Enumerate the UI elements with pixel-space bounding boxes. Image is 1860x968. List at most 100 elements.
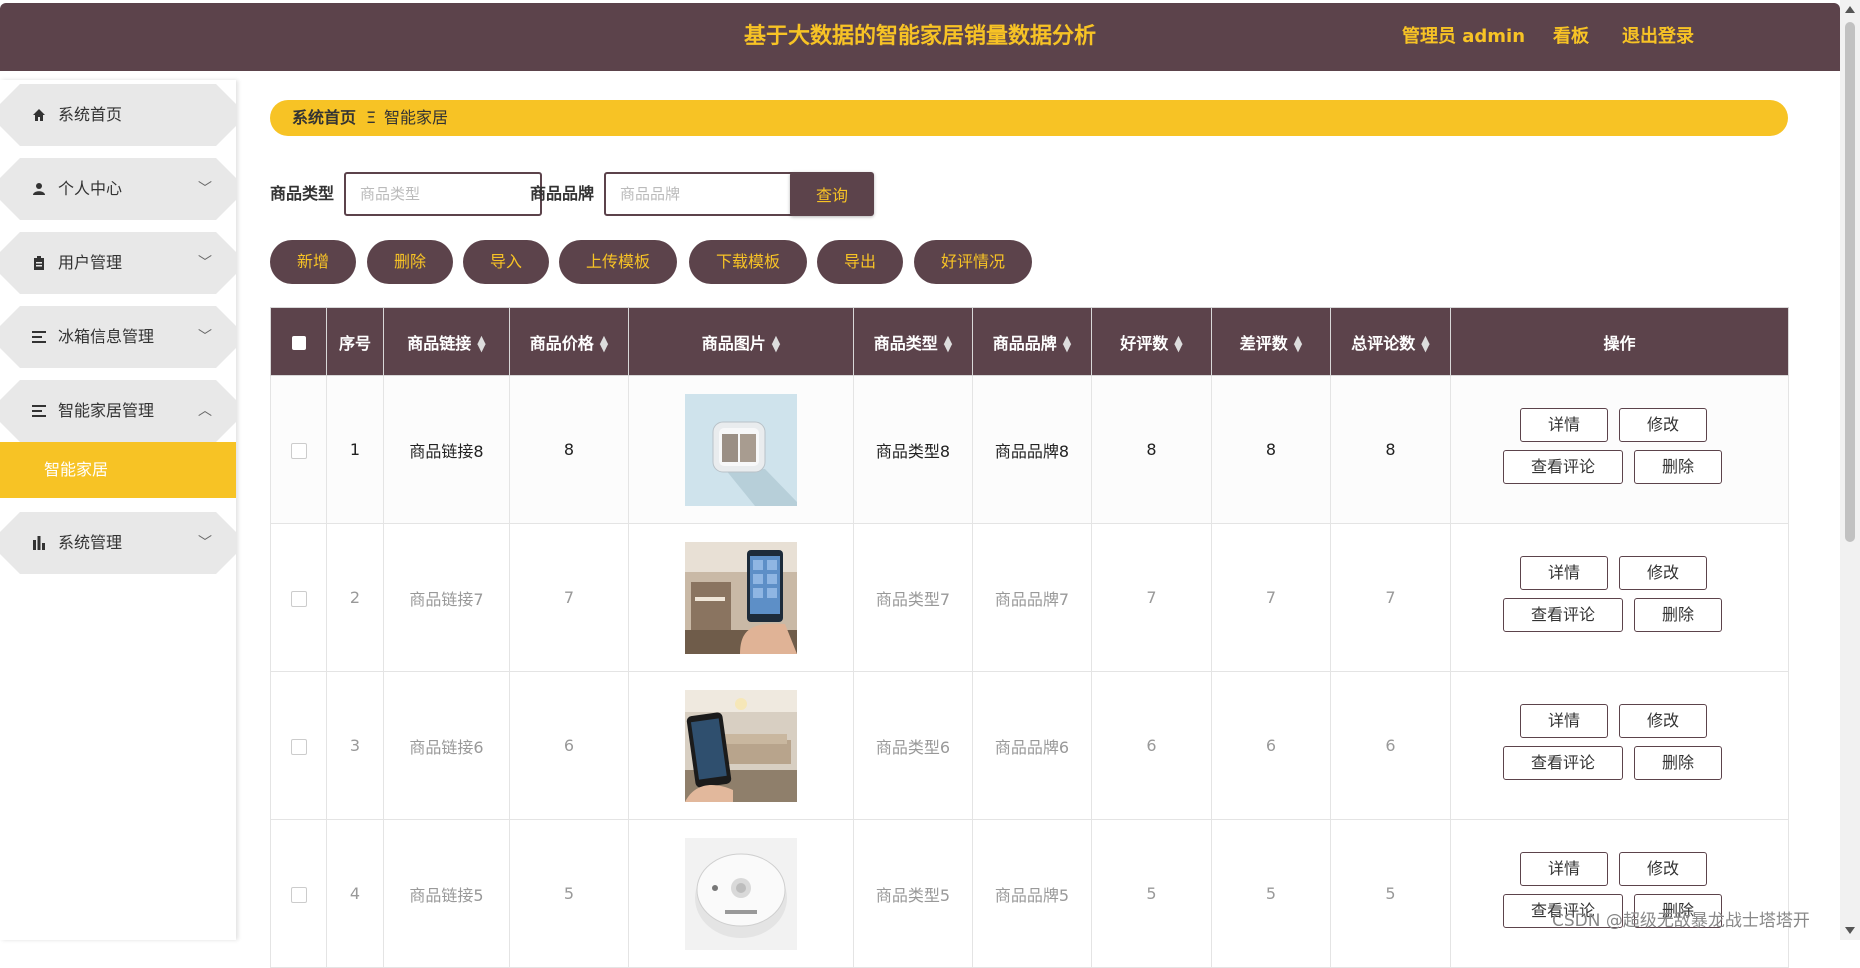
column-header-label: 操作 — [1603, 333, 1636, 353]
type-label: 商品类型 — [270, 184, 335, 203]
table-row[interactable]: 2 商品链接7 7 商品类型7 商品品牌7 7 7 7 详情 修改 查看评论 删… — [270, 523, 1789, 672]
board-link[interactable]: 看板 — [1553, 3, 1589, 71]
upload-template-button[interactable]: 上传模板 — [559, 240, 677, 284]
cell-link: 商品链接8 — [383, 375, 510, 524]
export-button[interactable]: 导出 — [817, 240, 903, 284]
sidebar-item-fridge-management[interactable]: 冰箱信息管理 ﹀ — [0, 306, 236, 368]
cell-bad: 6 — [1211, 671, 1331, 820]
view-comments-button[interactable]: 查看评论 — [1503, 598, 1623, 632]
sort-icon[interactable]: ▲ ▼ — [1174, 334, 1182, 353]
delete-row-button[interactable]: 删除 — [1634, 450, 1722, 484]
cell-no: 1 — [326, 375, 384, 524]
cell-total: 8 — [1330, 375, 1451, 524]
column-header-total[interactable]: 总评论数 ▲ ▼ — [1330, 307, 1451, 376]
select-all-cell[interactable] — [270, 307, 327, 376]
row-checkbox[interactable] — [290, 442, 307, 459]
detail-button[interactable]: 详情 — [1520, 852, 1608, 886]
column-header-price[interactable]: 商品价格 ▲ ▼ — [509, 307, 629, 376]
row-checkbox[interactable] — [290, 590, 307, 607]
sidebar: 系统首页 个人中心 ﹀ 用户管理 ﹀ 冰箱信息管理 ﹀ 智能家居管理 ︿ 智能家… — [0, 80, 236, 940]
detail-button[interactable]: 详情 — [1520, 704, 1608, 738]
product-image-phone-livingroom[interactable] — [685, 689, 797, 802]
sidebar-item-label: 智能家居管理 — [58, 401, 155, 420]
cell-no: 2 — [326, 523, 384, 672]
delete-button[interactable]: 删除 — [367, 240, 453, 284]
cell-good: 6 — [1091, 671, 1212, 820]
column-header-bad[interactable]: 差评数 ▲ ▼ — [1211, 307, 1331, 376]
sort-icon[interactable]: ▲ ▼ — [1294, 334, 1302, 353]
detail-button[interactable]: 详情 — [1520, 556, 1608, 590]
row-checkbox-cell[interactable] — [270, 375, 327, 524]
sort-icon[interactable]: ▲ ▼ — [772, 334, 780, 353]
admin-user-link[interactable]: 管理员 admin — [1402, 3, 1525, 71]
sort-icon[interactable]: ▲ ▼ — [1063, 334, 1071, 353]
chevron-down-icon: ﹀ — [198, 255, 212, 271]
delete-row-button[interactable]: 删除 — [1634, 746, 1722, 780]
add-button[interactable]: 新增 — [270, 240, 356, 284]
list-icon — [32, 405, 46, 417]
view-comments-button[interactable]: 查看评论 — [1503, 450, 1623, 484]
edit-button[interactable]: 修改 — [1619, 852, 1707, 886]
row-checkbox[interactable] — [290, 886, 307, 903]
sort-icon[interactable]: ▲ ▼ — [600, 334, 608, 353]
detail-button[interactable]: 详情 — [1520, 408, 1608, 442]
table-row[interactable]: 4 商品链接5 5 商品类型5 商品品牌5 5 5 5 详情 修改 查看评论 删… — [270, 819, 1789, 968]
cell-no: 3 — [326, 671, 384, 820]
sidebar-item-smart-home-management[interactable]: 智能家居管理 ︿ — [0, 380, 236, 442]
edit-button[interactable]: 修改 — [1619, 556, 1707, 590]
list-icon — [32, 331, 46, 343]
table-row[interactable]: 1 商品链接8 8 商品类型8 商品品牌8 8 8 8 详情 修改 查看评论 删… — [270, 375, 1789, 524]
sort-icon[interactable]: ▲ ▼ — [944, 334, 952, 353]
brand-label: 商品品牌 — [530, 184, 595, 203]
download-template-button[interactable]: 下载模板 — [689, 240, 807, 284]
sidebar-item-label: 冰箱信息管理 — [58, 327, 155, 346]
column-header-label: 差评数 — [1239, 333, 1288, 353]
cell-link: 商品链接5 — [383, 819, 510, 968]
column-header-no: 序号 — [326, 307, 384, 376]
query-button[interactable]: 查询 — [790, 172, 874, 216]
cell-bad: 8 — [1211, 375, 1331, 524]
column-header-label: 商品图片 — [701, 333, 766, 353]
scroll-up-arrow-icon[interactable] — [1845, 6, 1855, 13]
type-search-input[interactable] — [344, 172, 542, 216]
sidebar-item-system-management[interactable]: 系统管理 ﹀ — [0, 512, 236, 574]
scrollbar-thumb[interactable] — [1845, 22, 1855, 542]
row-checkbox-cell[interactable] — [270, 523, 327, 672]
breadcrumb-home[interactable]: 系统首页 — [292, 100, 356, 136]
scroll-down-arrow-icon[interactable] — [1845, 927, 1855, 934]
column-header-brand[interactable]: 商品品牌 ▲ ▼ — [972, 307, 1092, 376]
page-scrollbar[interactable] — [1840, 0, 1860, 940]
column-header-good[interactable]: 好评数 ▲ ▼ — [1091, 307, 1212, 376]
column-header-type[interactable]: 商品类型 ▲ ▼ — [853, 307, 973, 376]
sort-icon[interactable]: ▲ ▼ — [1421, 334, 1429, 353]
sort-icon[interactable]: ▲ ▼ — [477, 334, 485, 353]
edit-button[interactable]: 修改 — [1619, 408, 1707, 442]
column-header-label: 商品品牌 — [992, 333, 1057, 353]
sidebar-item-personal-center[interactable]: 个人中心 ﹀ — [0, 158, 236, 220]
cell-price: 7 — [509, 523, 629, 672]
column-header-image[interactable]: 商品图片 ▲ ▼ — [628, 307, 854, 376]
sidebar-item-user-management[interactable]: 用户管理 ﹀ — [0, 232, 236, 294]
cell-ops: 详情 修改 查看评论 删除 — [1450, 819, 1789, 968]
sidebar-item-home[interactable]: 系统首页 — [0, 84, 236, 146]
cell-total: 6 — [1330, 671, 1451, 820]
product-image-sensor[interactable] — [685, 837, 797, 950]
column-header-label: 序号 — [338, 333, 371, 353]
import-button[interactable]: 导入 — [463, 240, 549, 284]
select-all-checkbox[interactable] — [291, 335, 306, 350]
row-checkbox-cell[interactable] — [270, 819, 327, 968]
delete-row-button[interactable]: 删除 — [1634, 598, 1722, 632]
product-image-switch[interactable] — [685, 393, 797, 506]
view-comments-button[interactable]: 查看评论 — [1503, 746, 1623, 780]
row-checkbox[interactable] — [290, 738, 307, 755]
edit-button[interactable]: 修改 — [1619, 704, 1707, 738]
logout-link[interactable]: 退出登录 — [1622, 3, 1694, 71]
sidebar-subitem-smart-home[interactable]: 智能家居 — [0, 442, 236, 498]
good-reviews-button[interactable]: 好评情况 — [914, 240, 1032, 284]
product-image-phone-kitchen[interactable] — [685, 541, 797, 654]
brand-search-input[interactable] — [604, 172, 802, 216]
row-checkbox-cell[interactable] — [270, 671, 327, 820]
column-header-link[interactable]: 商品链接 ▲ ▼ — [383, 307, 510, 376]
table-row[interactable]: 3 商品链接6 6 商品类型6 商品品牌6 6 6 6 详情 修改 查看评论 删… — [270, 671, 1789, 820]
top-header: 基于大数据的智能家居销量数据分析 管理员 admin 看板 退出登录 — [0, 3, 1840, 71]
